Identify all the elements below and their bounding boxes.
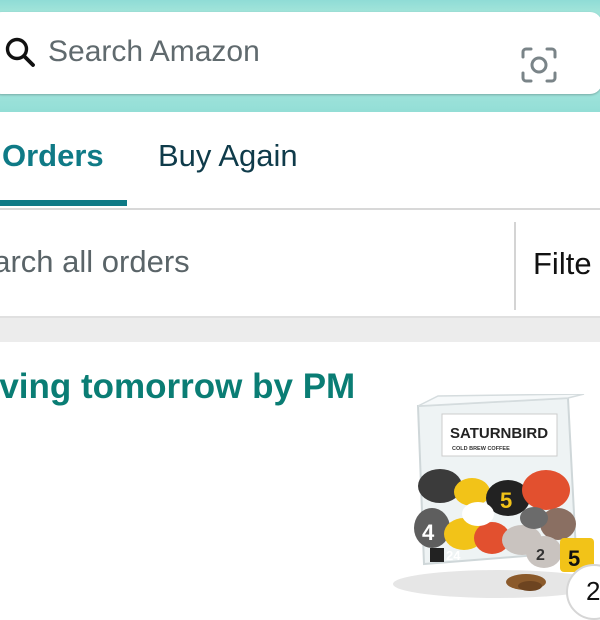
orders-tabs: Orders Buy Again — [0, 112, 600, 210]
order-search-row: Filte — [0, 210, 600, 314]
svg-text:2: 2 — [536, 547, 545, 564]
search-icon — [5, 37, 35, 67]
order-search-input[interactable] — [0, 240, 456, 284]
filter-divider — [514, 222, 516, 310]
product-subtitle-label: COLD BREW COFFEE — [452, 446, 510, 452]
search-bar[interactable] — [0, 12, 600, 94]
active-tab-indicator — [0, 200, 127, 206]
header-bar — [0, 0, 600, 112]
search-input[interactable] — [48, 32, 488, 72]
tab-orders[interactable]: Orders — [2, 138, 104, 174]
svg-text:4: 4 — [422, 520, 435, 545]
tab-buy-again[interactable]: Buy Again — [158, 138, 298, 174]
svg-text:5: 5 — [500, 488, 512, 513]
product-brand-label: SATURNBIRD — [450, 425, 548, 442]
product-pack-count: 24 — [446, 548, 461, 563]
delivery-status: riving tomorrow by PM — [0, 367, 356, 406]
section-separator — [0, 316, 600, 344]
quantity-label: 2 — [586, 576, 600, 606]
camera-icon[interactable] — [520, 46, 558, 84]
product-image[interactable]: SATURNBIRD COLD BREW COFFEE 5 4 24 2 5 — [380, 394, 600, 602]
order-card[interactable]: riving tomorrow by PM SATURNBIRD COLD BR… — [0, 342, 600, 620]
filter-button[interactable]: Filte — [533, 246, 592, 282]
